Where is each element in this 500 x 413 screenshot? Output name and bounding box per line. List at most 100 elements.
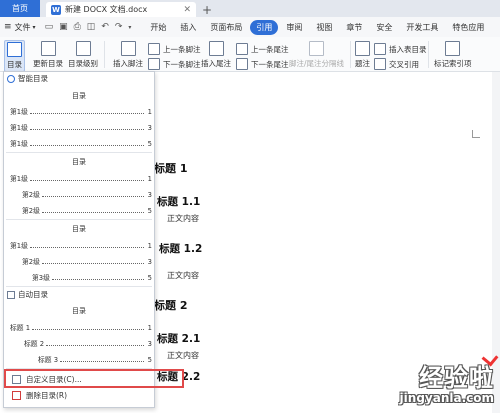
- update-toc-label: 更新目录: [33, 59, 63, 68]
- title-bar: 首页 W 新建 DOCX 文档.docx ✕ +: [0, 0, 500, 17]
- preview-icon[interactable]: ◫: [87, 22, 96, 32]
- tab-start[interactable]: 开始: [144, 20, 172, 35]
- insert-table-of-figures-label: 插入表目录: [389, 44, 427, 54]
- prev-endnote-icon: [236, 43, 248, 55]
- prev-footnote-label: 上一条脚注: [163, 44, 201, 54]
- chevron-down-icon: ▾: [32, 23, 36, 31]
- heading-1: 标题 2: [154, 299, 188, 312]
- chevron-down-icon[interactable]: ▾: [128, 24, 131, 31]
- footnote-separator-label: 脚注/尾注分隔线: [289, 59, 345, 68]
- cross-reference-icon: [374, 58, 386, 70]
- body-text: 正文内容: [167, 271, 199, 280]
- delete-toc-menu-item[interactable]: 删除目录(R): [12, 390, 67, 401]
- tab-security[interactable]: 安全: [370, 20, 398, 35]
- document-tab-label: 新建 DOCX 文档.docx: [65, 5, 148, 14]
- hamburger-icon: ≡: [4, 22, 12, 32]
- toc-template-line: 标题 35: [38, 356, 152, 364]
- delete-toc-icon: [12, 391, 21, 400]
- smart-toc-section-header: 智能目录: [7, 73, 48, 84]
- tab-review[interactable]: 审阅: [280, 20, 308, 35]
- toc-template-line: 第1级 1: [10, 108, 152, 116]
- body-text: 正文内容: [167, 351, 199, 360]
- next-footnote-label: 下一条脚注: [163, 59, 201, 69]
- heading-1: 标题 1: [154, 162, 188, 175]
- toc-template-line: 第2级 3: [22, 191, 152, 199]
- toc-icon: [7, 42, 22, 57]
- tab-features[interactable]: 特色应用: [446, 20, 490, 35]
- insert-footnote-label: 插入脚注: [113, 59, 143, 68]
- auto-toc-section-header: 自动目录: [7, 289, 48, 300]
- save-icon[interactable]: ▣: [59, 22, 68, 32]
- toc-template-line: 第1级 1: [10, 175, 152, 183]
- print-icon[interactable]: ⎙: [74, 22, 81, 32]
- heading-2: 标题 2.1: [157, 333, 201, 345]
- prev-footnote-button[interactable]: 上一条脚注: [148, 43, 201, 55]
- folder-icon[interactable]: ▭: [45, 22, 54, 32]
- next-endnote-label: 下一条尾注: [251, 59, 289, 69]
- body-text: 正文内容: [167, 214, 199, 223]
- undo-icon[interactable]: ↶: [101, 22, 109, 32]
- insert-table-of-figures-button[interactable]: 插入表目录: [374, 43, 427, 55]
- index-mark-icon: [445, 41, 461, 56]
- insert-endnote-button[interactable]: 插入尾注: [201, 41, 231, 69]
- close-icon[interactable]: ✕: [183, 5, 191, 15]
- file-menu-label: 文件: [14, 22, 31, 32]
- toc-template-title: 目录: [72, 225, 86, 233]
- next-endnote-button[interactable]: 下一条尾注: [236, 58, 289, 70]
- toc-level-button[interactable]: 目录级别: [68, 41, 98, 69]
- prev-endnote-label: 上一条尾注: [251, 44, 289, 54]
- insert-endnote-label: 插入尾注: [201, 59, 231, 68]
- tab-developer[interactable]: 开发工具: [400, 20, 444, 35]
- caption-label: 题注: [355, 59, 370, 68]
- menu-bar: ≡ 文件 ▾ ▭ ▣ ⎙ ◫ ↶ ↷ ▾ 开始 插入 页面布局 引用 审阅 视图…: [0, 17, 500, 37]
- footnote-icon: [120, 41, 136, 56]
- tab-section[interactable]: 章节: [340, 20, 368, 35]
- plus-icon[interactable]: +: [198, 2, 216, 17]
- tab-references[interactable]: 引用: [250, 19, 279, 35]
- insert-footnote-button[interactable]: 插入脚注: [113, 41, 143, 69]
- home-tab[interactable]: 首页: [0, 0, 40, 17]
- delete-toc-label: 删除目录(R): [26, 391, 68, 400]
- list-level-icon: [75, 41, 91, 56]
- toc-template-line: 标题 11: [10, 324, 152, 332]
- toc-template-title: 目录: [72, 307, 86, 315]
- cross-reference-button[interactable]: 交叉引用: [374, 58, 419, 70]
- mark-index-button[interactable]: 标记索引项: [434, 41, 472, 69]
- watermark-logo: 经验啦: [419, 364, 494, 392]
- prev-endnote-button[interactable]: 上一条尾注: [236, 43, 289, 55]
- toc-template-line: 第2级 3: [22, 258, 152, 266]
- next-footnote-button[interactable]: 下一条脚注: [148, 58, 201, 70]
- toc-level-label: 目录级别: [68, 59, 98, 68]
- separator-line-icon: [309, 41, 325, 56]
- toc-dropdown-panel: 智能目录 目录 第1级 1 第1级 3 第1级 5 目录 第1级 1 第2级 3 第2级 5…: [3, 71, 155, 408]
- document-tab[interactable]: W 新建 DOCX 文档.docx ✕: [46, 2, 196, 17]
- heading-2: 标题 1.2: [159, 243, 203, 255]
- toc-template-line: 标题 23: [24, 340, 152, 348]
- tab-view[interactable]: 视图: [310, 20, 338, 35]
- tab-insert[interactable]: 插入: [174, 20, 202, 35]
- smart-toc-icon: [7, 74, 15, 83]
- watermark-url: jingyanla.com: [399, 391, 494, 405]
- endnote-icon: [208, 41, 224, 56]
- redo-icon[interactable]: ↷: [115, 22, 123, 32]
- caption-button[interactable]: 题注: [355, 41, 370, 69]
- toc-template-line: 第3级 5: [32, 274, 152, 282]
- toc-template-line: 第1级 1: [10, 242, 152, 250]
- footnote-separator-button[interactable]: 脚注/尾注分隔线: [289, 41, 344, 69]
- toc-button[interactable]: 目录: [4, 40, 25, 72]
- tab-page-layout[interactable]: 页面布局: [204, 20, 248, 35]
- red-highlight-box: [4, 369, 184, 388]
- caption-icon: [355, 41, 370, 56]
- mark-index-label: 标记索引项: [434, 59, 472, 68]
- ribbon-toolbar: 目录 更新目录 目录级别 插入脚注 上一条脚注 下一条脚注 插入尾注 上一条尾注…: [0, 37, 500, 72]
- toc-template-line: 第2级 5: [22, 207, 152, 215]
- heading-2: 标题 1.1: [157, 196, 201, 208]
- prev-footnote-icon: [148, 43, 160, 55]
- update-toc-button[interactable]: 更新目录: [33, 41, 63, 69]
- toc-template-title: 目录: [72, 158, 86, 166]
- table-of-figures-icon: [374, 43, 386, 55]
- toc-template-title: 目录: [72, 92, 86, 100]
- file-menu[interactable]: ≡ 文件 ▾: [4, 22, 36, 33]
- next-footnote-icon: [148, 58, 160, 70]
- auto-toc-label: 自动目录: [18, 290, 48, 299]
